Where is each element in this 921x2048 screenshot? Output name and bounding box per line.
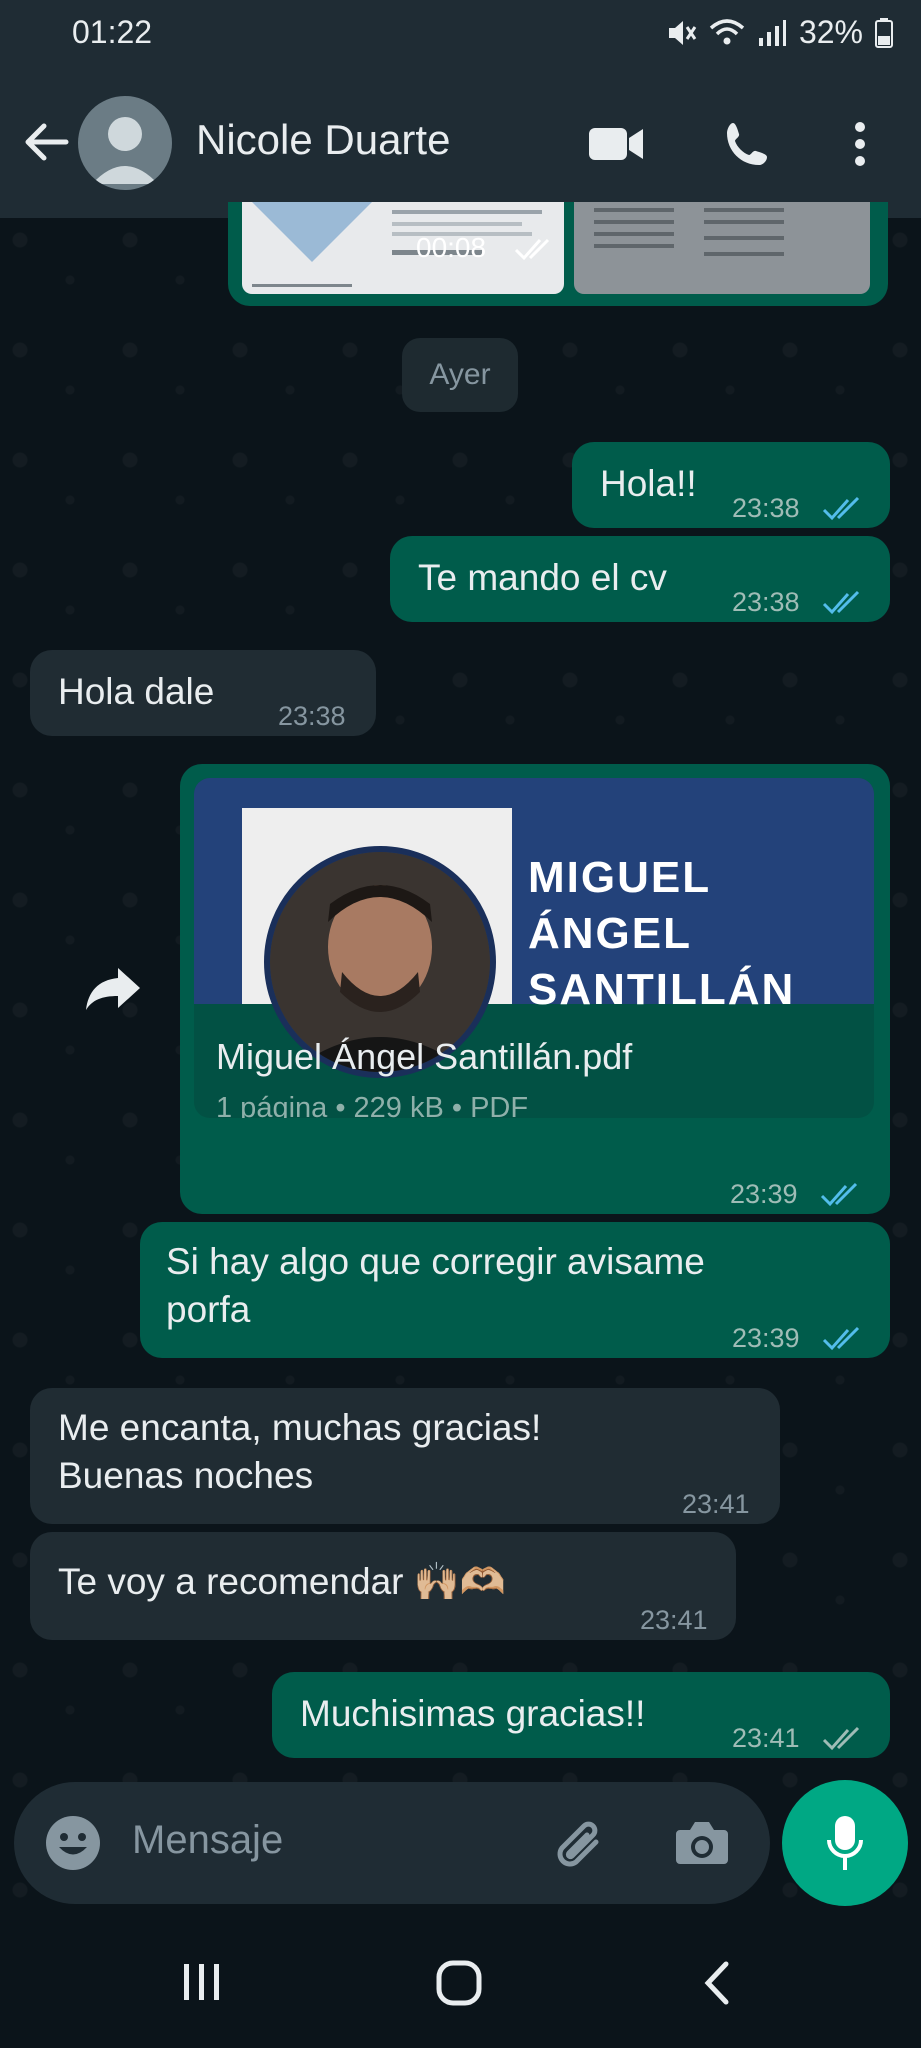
battery-icon bbox=[875, 17, 893, 48]
battery-percent: 32% bbox=[798, 14, 863, 50]
message-text-line: Si hay algo que corregir avisame bbox=[166, 1241, 705, 1282]
message-time: 23:41 bbox=[732, 1723, 800, 1753]
phone-icon[interactable] bbox=[718, 114, 778, 174]
message-time: 23:38 bbox=[278, 701, 346, 731]
message-time: 23:38 bbox=[732, 493, 800, 523]
message-bubble-outgoing[interactable]: Si hay algo que corregir avisame porfa 2… bbox=[140, 1222, 890, 1358]
document-meta: 1 página • 229 kB • PDF bbox=[216, 1092, 529, 1118]
date-separator: Ayer bbox=[402, 338, 518, 412]
message-text: Hola!! bbox=[600, 463, 697, 504]
system-nav-bar bbox=[0, 1916, 921, 2048]
heading-line: ÁNGEL bbox=[528, 909, 692, 958]
recent-apps-icon[interactable] bbox=[180, 1962, 224, 2007]
read-receipt-icon bbox=[820, 1172, 864, 1220]
double-check-icon bbox=[514, 236, 556, 267]
media-thumbnail[interactable] bbox=[574, 202, 870, 294]
message-text-line: porfa bbox=[166, 1289, 251, 1330]
message-bubble-incoming[interactable]: Hola dale 23:38 bbox=[30, 650, 376, 736]
forward-icon[interactable] bbox=[82, 964, 144, 1014]
message-input[interactable]: Mensaje bbox=[132, 1818, 283, 1863]
camera-icon[interactable] bbox=[674, 1818, 730, 1873]
emoji-icon[interactable] bbox=[44, 1814, 102, 1877]
signal-icon bbox=[757, 18, 787, 48]
delivered-receipt-icon bbox=[822, 1716, 866, 1764]
message-time: 23:41 bbox=[640, 1605, 708, 1635]
heading-line: MIGUEL bbox=[528, 853, 712, 902]
message-time: 23:41 bbox=[682, 1489, 750, 1519]
document-attachment[interactable]: MIGUEL ÁNGEL SANTILLÁN Miguel Ángel Sant… bbox=[194, 778, 874, 1118]
media-thumbnail[interactable]: 00:08 bbox=[242, 202, 564, 294]
media-duration: 00:08 bbox=[416, 232, 487, 263]
read-receipt-icon bbox=[822, 580, 866, 628]
video-call-icon[interactable] bbox=[586, 114, 646, 174]
mic-icon[interactable] bbox=[782, 1780, 908, 1906]
message-time: 23:39 bbox=[730, 1179, 798, 1209]
message-composer[interactable]: Mensaje bbox=[14, 1782, 770, 1904]
contact-name[interactable]: Nicole Duarte bbox=[196, 116, 450, 164]
message-time: 23:39 bbox=[732, 1323, 800, 1353]
message-text: Muchisimas gracias!! bbox=[300, 1693, 646, 1734]
message-bubble-incoming[interactable]: Me encanta, muchas gracias! Buenas noche… bbox=[30, 1388, 780, 1524]
message-text: Hola dale bbox=[58, 671, 215, 712]
message-text: Te mando el cv bbox=[418, 557, 667, 598]
document-thumbnail-heading: MIGUEL ÁNGEL SANTILLÁN bbox=[528, 850, 795, 1018]
message-time: 23:38 bbox=[732, 587, 800, 617]
message-bubble-outgoing[interactable]: Muchisimas gracias!! 23:41 bbox=[272, 1672, 890, 1758]
mute-icon bbox=[665, 18, 697, 48]
heading-line: SANTILLÁN bbox=[528, 965, 796, 1014]
home-icon[interactable] bbox=[436, 1960, 482, 2011]
document-thumbnail[interactable]: MIGUEL ÁNGEL SANTILLÁN bbox=[194, 778, 874, 1078]
message-text: Te voy a recomendar 🙌🏼🫶🏼 bbox=[58, 1561, 506, 1602]
message-bubble-outgoing[interactable]: Hola!! 23:38 bbox=[572, 442, 890, 528]
message-text-line: Me encanta, muchas gracias! bbox=[58, 1407, 542, 1448]
wifi-icon bbox=[709, 18, 745, 48]
message-bubble-incoming[interactable]: Te voy a recomendar 🙌🏼🫶🏼 23:41 bbox=[30, 1532, 736, 1640]
document-file-name: Miguel Ángel Santillán.pdf bbox=[216, 1036, 633, 1077]
status-bar: 01:22 32% bbox=[0, 0, 921, 68]
media-message[interactable]: 00:08 bbox=[228, 202, 888, 306]
back-arrow-icon[interactable] bbox=[18, 114, 74, 170]
more-vert-icon[interactable] bbox=[830, 114, 890, 174]
message-text-line: Buenas noches bbox=[58, 1455, 314, 1496]
attach-icon[interactable] bbox=[552, 1816, 612, 1877]
read-receipt-icon bbox=[822, 486, 866, 534]
chat-header: Nicole Duarte bbox=[0, 68, 921, 218]
message-bubble-outgoing[interactable]: Te mando el cv 23:38 bbox=[390, 536, 890, 622]
back-nav-icon[interactable] bbox=[702, 1960, 732, 2011]
status-time: 01:22 bbox=[72, 14, 153, 50]
read-receipt-icon bbox=[822, 1316, 866, 1364]
avatar-icon[interactable] bbox=[78, 96, 172, 190]
